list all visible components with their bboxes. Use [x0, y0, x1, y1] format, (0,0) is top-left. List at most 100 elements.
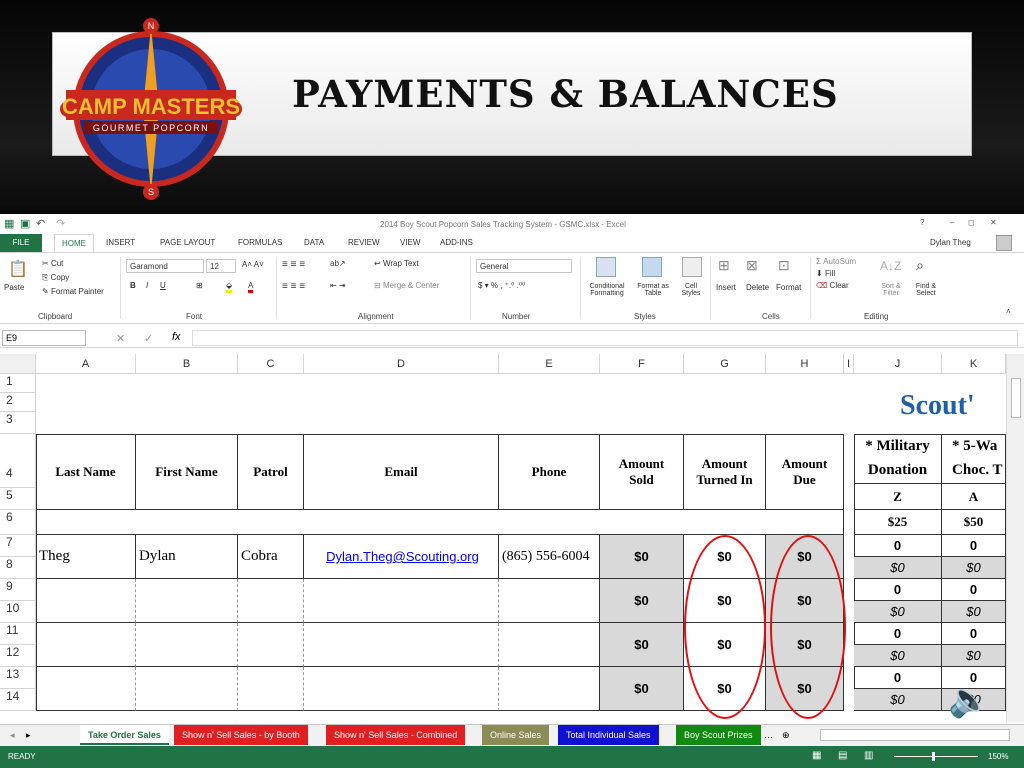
- insert-function-icon[interactable]: fx: [172, 331, 181, 343]
- borders-icon[interactable]: ⊞: [196, 281, 203, 290]
- header-patrol[interactable]: Patrol: [238, 434, 304, 510]
- align-top-icon[interactable]: ≡ ≡ ≡: [282, 259, 305, 270]
- tab-insert[interactable]: INSERT: [106, 238, 135, 247]
- cell-empty[interactable]: [238, 579, 304, 623]
- blank-row-6[interactable]: [36, 510, 844, 535]
- insert-button[interactable]: Insert: [716, 283, 736, 292]
- col-header[interactable]: A: [36, 354, 136, 374]
- worksheet-grid[interactable]: A B C D E F G H I J K 1 2 3 4 5 6 7 8 9 …: [0, 354, 1024, 722]
- header-amount-sold[interactable]: Amount Sold: [600, 434, 684, 510]
- collapse-ribbon-icon[interactable]: ˄: [1006, 307, 1011, 316]
- tab-file[interactable]: FILE: [0, 234, 42, 252]
- delete-cells-icon[interactable]: ⊠: [746, 257, 758, 274]
- military-amount-cell[interactable]: $0: [854, 645, 942, 667]
- tab-add-ins[interactable]: ADD-INS: [440, 238, 473, 247]
- cell-patrol[interactable]: Cobra: [238, 535, 304, 579]
- row-header[interactable]: 10: [0, 601, 36, 623]
- military-amount-cell[interactable]: $0: [854, 689, 942, 711]
- cell-empty[interactable]: [136, 667, 238, 711]
- horizontal-scrollbar[interactable]: [820, 729, 1010, 741]
- restore-icon[interactable]: ◻: [968, 218, 975, 227]
- col-header[interactable]: I: [844, 354, 854, 374]
- conditional-formatting-label[interactable]: Conditional Formatting: [582, 283, 632, 297]
- col-header[interactable]: C: [238, 354, 304, 374]
- close-icon[interactable]: ✕: [990, 218, 997, 227]
- sheet-tab[interactable]: Show n' Sell Sales - Combined: [326, 725, 466, 745]
- sheet-tab[interactable]: Boy Scout Prizes: [676, 725, 761, 745]
- col-header[interactable]: B: [136, 354, 238, 374]
- select-all-corner[interactable]: [0, 354, 36, 374]
- cell-empty[interactable]: [499, 667, 600, 711]
- header-choc-2[interactable]: Choc. T: [942, 458, 1006, 484]
- font-grow-icon[interactable]: A˄ A˅: [242, 260, 264, 269]
- col-header[interactable]: K: [942, 354, 1006, 374]
- name-box[interactable]: E9: [2, 330, 86, 346]
- format-painter-button[interactable]: ✎ Format Painter: [42, 287, 104, 296]
- military-qty-cell[interactable]: 0: [854, 535, 942, 557]
- choc-qty-cell[interactable]: 0: [942, 623, 1006, 645]
- help-icon[interactable]: ?: [920, 218, 924, 227]
- indent-icon[interactable]: ⇤ ⇥: [330, 281, 346, 290]
- header-last-name[interactable]: Last Name: [36, 434, 136, 510]
- zoom-slider-thumb[interactable]: [932, 752, 935, 761]
- cell-empty[interactable]: [304, 623, 499, 667]
- save-icon[interactable]: ▣: [20, 217, 30, 230]
- cancel-icon[interactable]: ✕: [116, 332, 125, 345]
- cell-phone[interactable]: (865) 556-6004: [499, 535, 600, 579]
- paste-icon[interactable]: 📋: [8, 259, 28, 279]
- zoom-slider[interactable]: [894, 756, 978, 757]
- binoculars-icon[interactable]: ⌕: [916, 257, 924, 274]
- col-header[interactable]: J: [854, 354, 942, 374]
- merge-center-button[interactable]: ⊟ Merge & Center: [374, 281, 439, 290]
- row-header[interactable]: 14: [0, 689, 36, 711]
- row-header[interactable]: 8: [0, 557, 36, 579]
- row-header[interactable]: 5: [0, 488, 36, 510]
- minimize-icon[interactable]: –: [950, 218, 954, 227]
- cell-last-name[interactable]: Theg: [36, 535, 136, 579]
- row-header[interactable]: 6: [0, 510, 36, 535]
- add-sheet-icon[interactable]: ⊕: [774, 725, 798, 745]
- normal-view-icon[interactable]: ▦: [812, 750, 821, 761]
- choc-amount-cell[interactable]: $0: [942, 601, 1006, 623]
- choc-amount-cell[interactable]: $0: [942, 645, 1006, 667]
- redo-icon[interactable]: ↷: [56, 217, 65, 230]
- cell-empty[interactable]: [36, 579, 136, 623]
- cell-empty[interactable]: [136, 579, 238, 623]
- military-amount-cell[interactable]: $0: [854, 601, 942, 623]
- tab-view[interactable]: VIEW: [400, 238, 420, 247]
- choc-qty-cell[interactable]: 0: [942, 535, 1006, 557]
- sort-icon[interactable]: A↓Z: [880, 259, 901, 273]
- header-email[interactable]: Email: [304, 434, 499, 510]
- format-button[interactable]: Format: [776, 283, 801, 292]
- number-format-select[interactable]: General: [476, 259, 572, 273]
- amount-sold-cell[interactable]: $0: [600, 667, 684, 711]
- cell-empty[interactable]: [36, 667, 136, 711]
- header-choc-1[interactable]: * 5-Wa: [942, 434, 1006, 458]
- enter-icon[interactable]: ✓: [144, 332, 153, 345]
- scroll-thumb[interactable]: [1011, 378, 1021, 418]
- header-phone[interactable]: Phone: [499, 434, 600, 510]
- tab-data[interactable]: DATA: [304, 238, 324, 247]
- clear-button[interactable]: ⌫ Clear: [816, 281, 849, 290]
- cell-empty[interactable]: [304, 579, 499, 623]
- cell-empty[interactable]: [238, 667, 304, 711]
- header-amount-due[interactable]: Amount Due: [766, 434, 844, 510]
- choc-amount-cell[interactable]: $0: [942, 557, 1006, 579]
- military-qty-cell[interactable]: 0: [854, 623, 942, 645]
- autosum-button[interactable]: Σ AutoSum: [816, 257, 856, 266]
- row-header[interactable]: 11: [0, 623, 36, 645]
- format-as-table-label[interactable]: Format as Table: [632, 283, 674, 297]
- paste-button[interactable]: Paste: [4, 283, 24, 292]
- row-header[interactable]: 4: [0, 434, 36, 488]
- orientation-icon[interactable]: ab↗: [330, 259, 346, 268]
- row-header[interactable]: 2: [0, 393, 36, 412]
- copy-button[interactable]: ⎘ Copy: [42, 273, 69, 283]
- conditional-formatting-icon[interactable]: [596, 257, 616, 277]
- header-military-1[interactable]: * Military: [854, 434, 942, 458]
- sort-filter-label[interactable]: Sort & Filter: [874, 283, 908, 297]
- tab-home[interactable]: HOME: [54, 234, 94, 253]
- col-header[interactable]: G: [684, 354, 766, 374]
- email-link[interactable]: Dylan.Theg@Scouting.org: [304, 535, 499, 579]
- header-amount-turned-in[interactable]: Amount Turned In: [684, 434, 766, 510]
- sheet-tab[interactable]: Online Sales: [482, 725, 550, 745]
